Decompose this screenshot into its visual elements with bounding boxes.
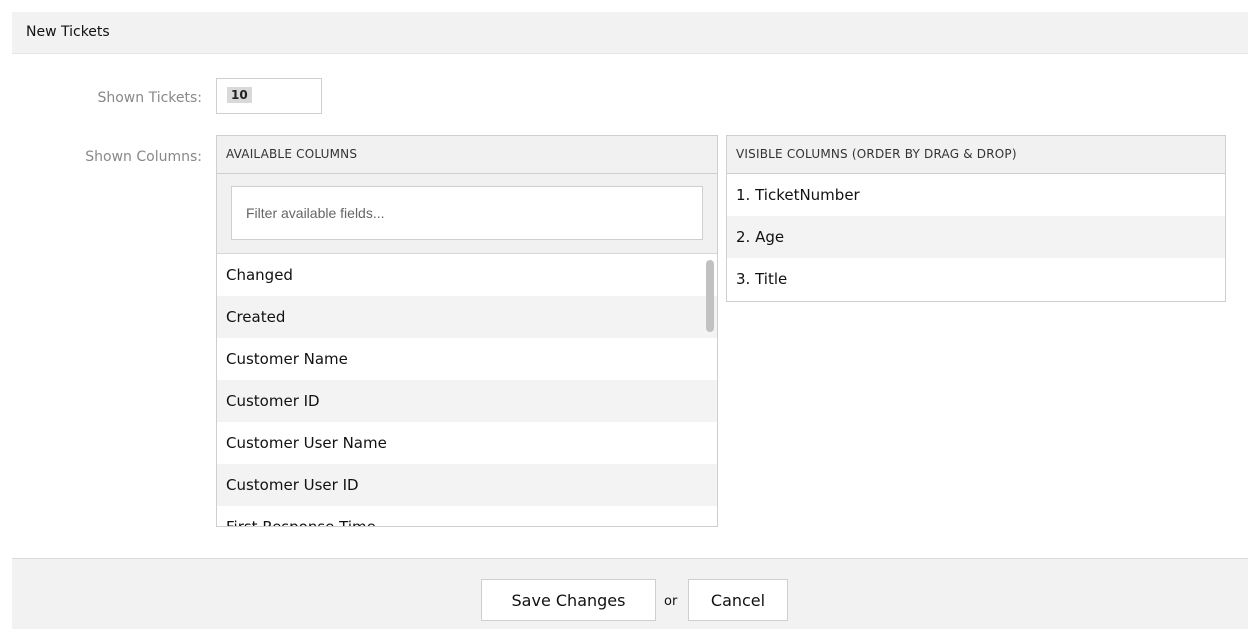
- available-column-item[interactable]: Customer User ID: [217, 464, 717, 506]
- available-column-item[interactable]: Created: [217, 296, 717, 338]
- visible-column-item[interactable]: 1. TicketNumber: [727, 174, 1225, 216]
- filter-area: [217, 174, 717, 254]
- available-column-item[interactable]: Customer User Name: [217, 422, 717, 464]
- available-columns-header: AVAILABLE COLUMNS: [217, 136, 717, 174]
- visible-columns-header: VISIBLE COLUMNS (ORDER BY DRAG & DROP): [727, 136, 1225, 174]
- visible-column-item[interactable]: 3. Title: [727, 258, 1225, 300]
- visible-columns-list: 1. TicketNumber 2. Age 3. Title: [727, 174, 1225, 300]
- available-columns-panel: AVAILABLE COLUMNS Changed Created Custom…: [216, 135, 718, 527]
- save-changes-button[interactable]: Save Changes: [481, 579, 656, 621]
- available-column-item[interactable]: Changed: [217, 254, 717, 296]
- available-column-item[interactable]: First Response Time: [217, 506, 717, 526]
- or-separator: or: [664, 594, 678, 609]
- shown-columns-label: Shown Columns:: [85, 149, 202, 165]
- visible-column-item[interactable]: 2. Age: [727, 216, 1225, 258]
- available-column-item[interactable]: Customer ID: [217, 380, 717, 422]
- available-columns-scrollbar[interactable]: [706, 260, 714, 332]
- shown-tickets-select[interactable]: 10: [216, 78, 322, 114]
- available-column-item[interactable]: Customer Name: [217, 338, 717, 380]
- widget-title: New Tickets: [26, 24, 110, 40]
- widget-header: New Tickets: [12, 12, 1248, 54]
- widget-footer: Save Changes or Cancel: [12, 558, 1248, 629]
- cancel-button[interactable]: Cancel: [688, 579, 788, 621]
- new-tickets-widget: New Tickets Shown Tickets: 10 Shown Colu…: [12, 12, 1248, 629]
- visible-columns-panel: VISIBLE COLUMNS (ORDER BY DRAG & DROP) 1…: [726, 135, 1226, 302]
- available-columns-list: Changed Created Customer Name Customer I…: [217, 254, 717, 526]
- filter-available-fields-input[interactable]: [231, 186, 703, 240]
- shown-tickets-label: Shown Tickets:: [97, 90, 202, 106]
- shown-tickets-value: 10: [227, 87, 252, 103]
